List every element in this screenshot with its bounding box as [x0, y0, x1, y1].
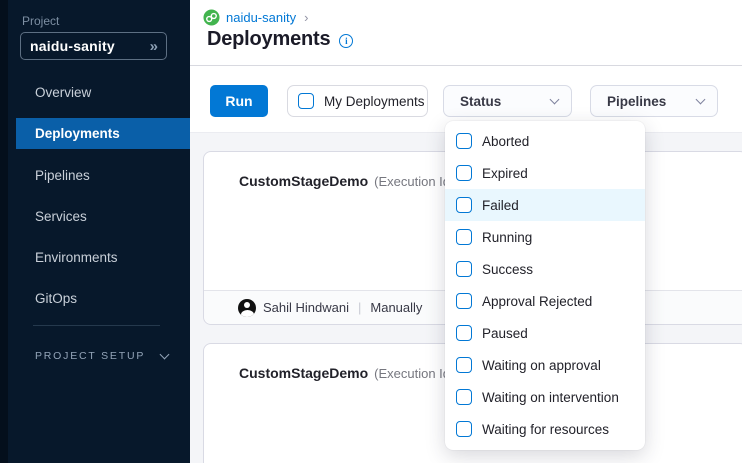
triggered-by-user: Sahil Hindwani — [263, 300, 349, 315]
sidebar-divider — [33, 325, 160, 326]
checkbox[interactable] — [456, 133, 472, 149]
pipeline-name: CustomStageDemo — [239, 365, 368, 381]
pipelines-filter-dropdown[interactable]: Pipelines — [590, 85, 718, 117]
chevron-down-icon — [160, 350, 170, 360]
project-setup-toggle[interactable]: PROJECT SETUP — [35, 350, 175, 362]
sidebar-item-services[interactable]: Services — [16, 201, 190, 231]
trigger-type: Manually — [370, 300, 422, 315]
checkbox[interactable] — [456, 229, 472, 245]
checkbox[interactable] — [456, 389, 472, 405]
app-window: Project naidu-sanity » Overview Deployme… — [0, 0, 742, 463]
project-setup-label: PROJECT SETUP — [35, 350, 145, 362]
breadcrumb: naidu-sanity › — [203, 9, 308, 26]
sidebar-item-pipelines[interactable]: Pipelines — [16, 160, 190, 190]
checkbox[interactable] — [456, 293, 472, 309]
breadcrumb-chevron-icon: › — [304, 10, 308, 25]
title-row: Deployments i — [207, 28, 353, 51]
checkbox[interactable] — [456, 357, 472, 373]
run-button[interactable]: Run — [210, 85, 268, 117]
my-deployments-checkbox[interactable] — [298, 93, 314, 109]
sidebar-item-overview[interactable]: Overview — [16, 77, 190, 107]
checkbox[interactable] — [456, 197, 472, 213]
status-option-success[interactable]: Success — [445, 253, 645, 285]
project-selector[interactable]: naidu-sanity » — [20, 32, 167, 60]
execution-id-text: (Execution Id — [374, 366, 450, 381]
project-selector-value: naidu-sanity — [30, 38, 150, 54]
footer-separator: | — [358, 300, 361, 315]
page-header: naidu-sanity › Deployments i — [190, 0, 742, 66]
status-filter-dropdown[interactable]: Status — [443, 85, 572, 117]
status-option-waiting-for-resources[interactable]: Waiting for resources — [445, 413, 645, 445]
status-option-running[interactable]: Running — [445, 221, 645, 253]
execution-id-text: (Execution Id — [374, 174, 450, 189]
status-option-waiting-on-approval[interactable]: Waiting on approval — [445, 349, 645, 381]
cd-module-icon — [203, 9, 220, 26]
info-icon[interactable]: i — [339, 34, 353, 48]
project-expand-icon[interactable]: » — [150, 38, 158, 55]
project-sidebar: Project naidu-sanity » Overview Deployme… — [0, 0, 190, 463]
pipelines-filter-label: Pipelines — [607, 94, 666, 109]
sidebar-item-environments[interactable]: Environments — [16, 242, 190, 272]
user-avatar — [238, 299, 256, 317]
status-option-failed[interactable]: Failed — [445, 189, 645, 221]
breadcrumb-project-link[interactable]: naidu-sanity — [226, 10, 296, 25]
page-title: Deployments — [207, 28, 330, 51]
my-deployments-label: My Deployments — [324, 94, 425, 109]
checkbox[interactable] — [456, 261, 472, 277]
sidebar-nav: Overview Deployments Pipelines Services … — [16, 77, 190, 324]
status-filter-label: Status — [460, 94, 501, 109]
my-deployments-toggle[interactable]: My Deployments — [287, 85, 428, 117]
status-option-approval-rejected[interactable]: Approval Rejected — [445, 285, 645, 317]
status-option-expired[interactable]: Expired — [445, 157, 645, 189]
status-filter-menu: Aborted Expired Failed Running Success A… — [445, 121, 645, 450]
checkbox[interactable] — [456, 165, 472, 181]
checkbox[interactable] — [456, 325, 472, 341]
sidebar-item-deployments[interactable]: Deployments — [16, 118, 190, 149]
chevron-down-icon — [550, 95, 560, 105]
project-label: Project — [22, 14, 59, 28]
module-nav-strip[interactable] — [0, 0, 8, 463]
status-option-paused[interactable]: Paused — [445, 317, 645, 349]
chevron-down-icon — [696, 95, 706, 105]
status-option-aborted[interactable]: Aborted — [445, 125, 645, 157]
sidebar-item-gitops[interactable]: GitOps — [16, 283, 190, 313]
pipeline-name: CustomStageDemo — [239, 173, 368, 189]
status-option-waiting-on-intervention[interactable]: Waiting on intervention — [445, 381, 645, 413]
checkbox[interactable] — [456, 421, 472, 437]
